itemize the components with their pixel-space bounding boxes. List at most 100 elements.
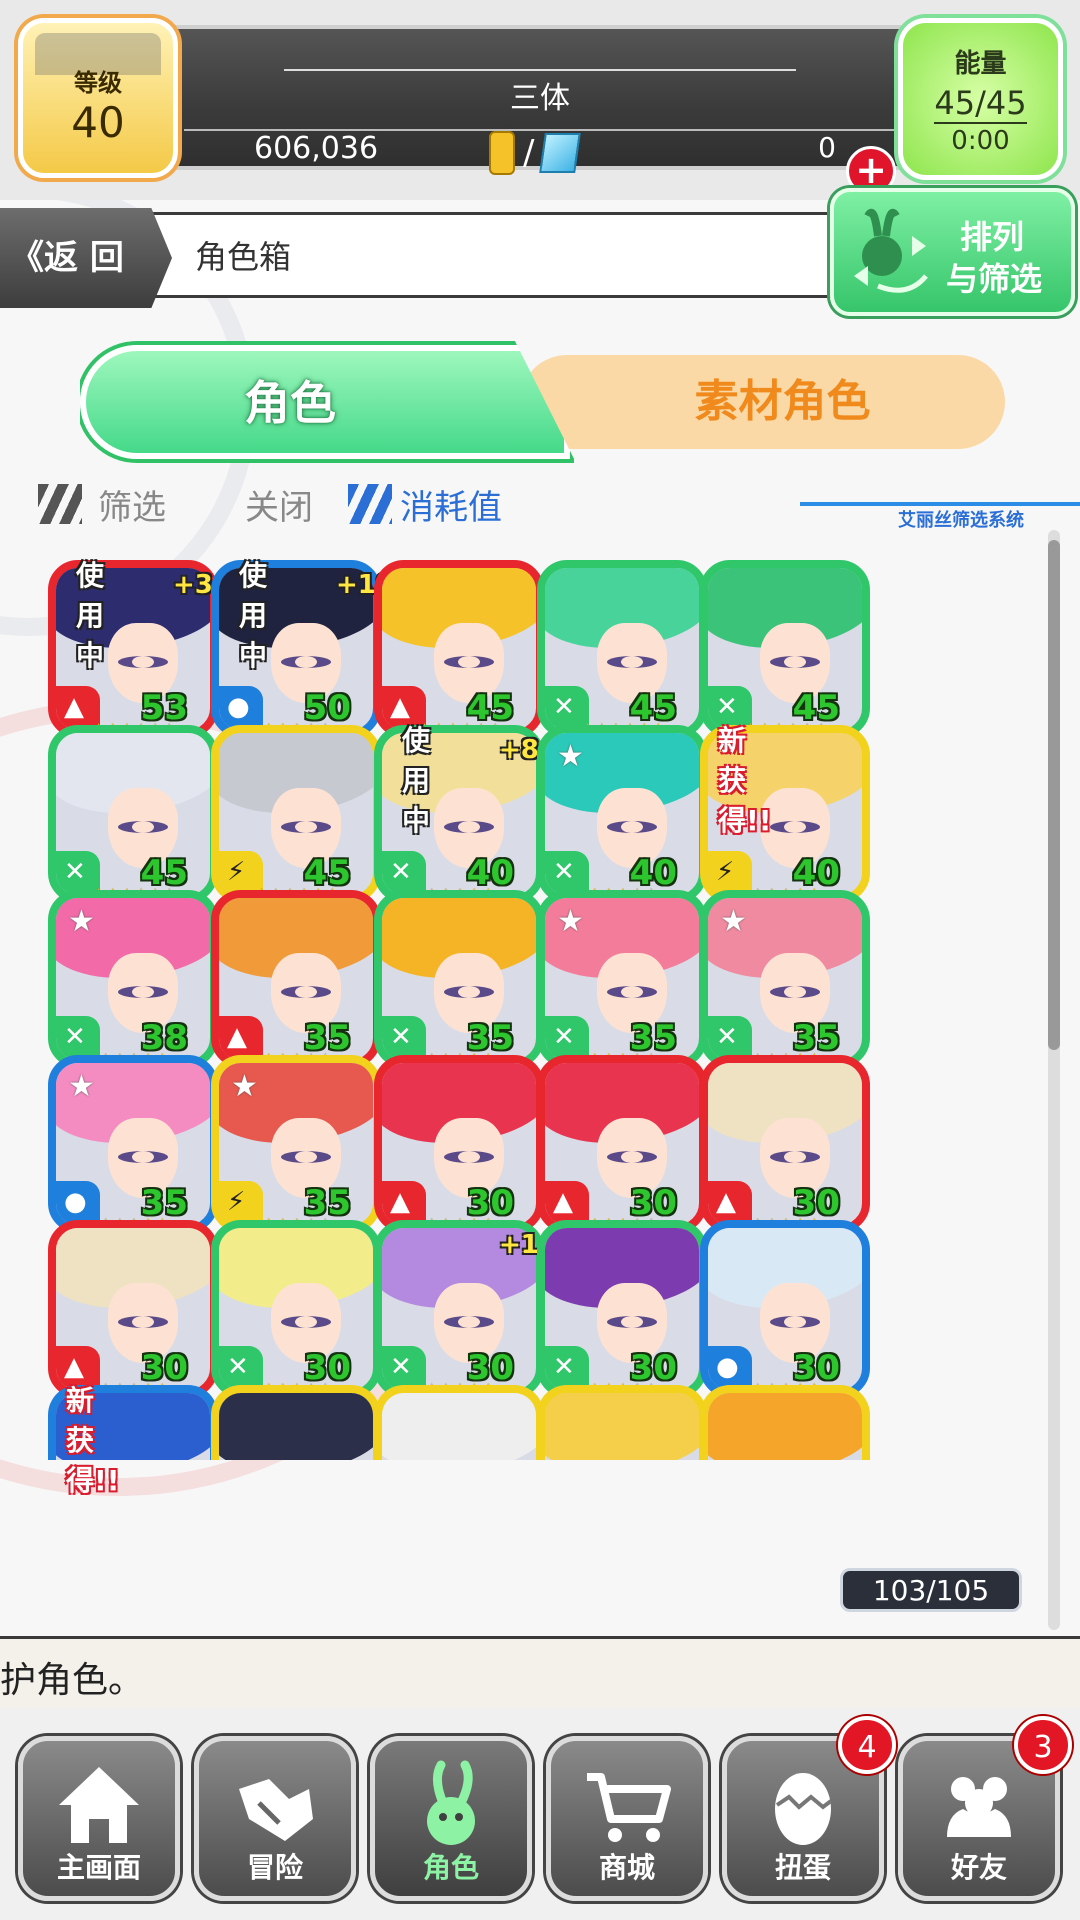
nav-button-cart[interactable]: 商城 xyxy=(546,1736,708,1901)
player-level-badge: 等级 40 xyxy=(18,18,178,178)
favorite-star-icon: ★ xyxy=(68,904,95,939)
sort-label-line2: 与筛选 xyxy=(946,260,1043,298)
character-card[interactable]: ★ ✕ 35 xyxy=(537,890,707,1068)
character-card[interactable]: ▲ 30 xyxy=(374,1055,544,1233)
character-card[interactable] xyxy=(537,1385,707,1460)
character-card[interactable]: ✕ 30 xyxy=(537,1220,707,1398)
character-card[interactable]: ▲ 30 xyxy=(48,1220,218,1398)
character-eyes xyxy=(444,656,494,668)
slash-decoration xyxy=(348,484,392,524)
bunny-arrows-icon xyxy=(854,208,928,293)
character-card[interactable]: ★ ✕ 35 xyxy=(700,890,870,1068)
character-eyes xyxy=(118,656,168,668)
back-button[interactable]: 《返 回 xyxy=(0,208,172,308)
sort-filter-button[interactable]: 排列 与筛选 xyxy=(830,188,1075,316)
hint-text: 护角色。 xyxy=(0,1660,145,1701)
status-badge: 使用中 xyxy=(76,559,105,672)
character-card[interactable]: ▲ 30 xyxy=(700,1055,870,1233)
level-label: 等级 xyxy=(74,69,122,97)
egg-icon xyxy=(757,1759,849,1851)
character-card[interactable]: ✕ 30 xyxy=(211,1220,381,1398)
character-eyes xyxy=(770,656,820,668)
nav-label: 主画面 xyxy=(56,1851,141,1884)
character-eyes xyxy=(281,656,331,668)
favorite-star-icon: ★ xyxy=(557,904,584,939)
nav-label: 好友 xyxy=(950,1851,1007,1884)
page-title: 角色箱 xyxy=(195,238,292,276)
currency-separator: / xyxy=(523,133,535,173)
nav-button-handshake[interactable]: 冒险 xyxy=(194,1736,356,1901)
character-eyes xyxy=(607,986,657,998)
favorite-star-icon: ★ xyxy=(68,1069,95,1104)
character-card[interactable]: ★ ⚡ 35 xyxy=(211,1055,381,1233)
character-card[interactable]: ▲ 35 xyxy=(211,890,381,1068)
cart-icon xyxy=(581,1759,673,1851)
character-eyes xyxy=(281,1151,331,1163)
plus-value: +3 xyxy=(173,570,213,600)
character-eyes xyxy=(281,1316,331,1328)
character-eyes xyxy=(118,821,168,833)
character-card[interactable] xyxy=(374,1385,544,1460)
character-eyes xyxy=(118,1316,168,1328)
filter-label[interactable]: 筛选 xyxy=(98,480,166,529)
character-eyes xyxy=(607,1151,657,1163)
nav-label: 冒险 xyxy=(246,1851,303,1884)
gem-icon xyxy=(539,133,582,173)
character-eyes xyxy=(607,821,657,833)
character-eyes xyxy=(118,1151,168,1163)
nav-label: 商城 xyxy=(598,1851,655,1884)
character-portrait xyxy=(219,1393,373,1460)
character-eyes xyxy=(281,986,331,998)
energy-badge[interactable]: 能量 45/45 0:00 xyxy=(898,18,1063,180)
box-count: 103/105 xyxy=(840,1568,1022,1612)
nav-button-bunny[interactable]: 角色 xyxy=(370,1736,532,1901)
scrollbar[interactable] xyxy=(1048,530,1060,1630)
character-card[interactable]: ★ ● 35 xyxy=(48,1055,218,1233)
character-eyes xyxy=(444,821,494,833)
gem-count: 0 xyxy=(818,131,836,164)
cost-sort-label[interactable]: 消耗值 xyxy=(400,480,502,529)
coin-icon xyxy=(489,131,515,175)
level-value: 40 xyxy=(71,98,125,147)
character-card[interactable]: ★ ✕ 40 xyxy=(537,725,707,903)
character-eyes xyxy=(444,1151,494,1163)
character-card[interactable] xyxy=(211,1385,381,1460)
energy-timer: 0:00 xyxy=(951,126,1010,156)
character-card[interactable]: ● 30 xyxy=(700,1220,870,1398)
top-status-bar: 三体 606,036 / 0 + 等级 40 能量 45/45 0:00 xyxy=(0,0,1080,200)
character-portrait xyxy=(545,1393,699,1460)
character-eyes xyxy=(607,656,657,668)
character-card[interactable]: ▲ 30 xyxy=(537,1055,707,1233)
status-badge: 使用中 xyxy=(239,559,268,672)
nav-button-home[interactable]: 主画面 xyxy=(18,1736,180,1901)
tab-characters[interactable]: 角色 xyxy=(80,345,570,459)
status-badge: 新获得!! xyxy=(66,1384,120,1497)
scrollbar-thumb[interactable] xyxy=(1048,540,1060,1050)
notification-badge: 4 xyxy=(838,1716,896,1774)
sort-label-line1: 排列 xyxy=(960,218,1025,256)
filter-system-label: 艾丽丝筛选系统 xyxy=(898,510,1024,531)
nav-label: 角色 xyxy=(422,1851,479,1884)
character-eyes xyxy=(770,986,820,998)
handshake-icon xyxy=(229,1759,321,1851)
status-badge: 使用中 xyxy=(402,724,431,837)
character-card[interactable]: ⚡ 45 xyxy=(211,725,381,903)
friends-icon xyxy=(933,1759,1025,1851)
character-card[interactable]: ✕ 45 xyxy=(537,560,707,738)
filter-state[interactable]: 关闭 xyxy=(245,480,313,529)
character-card[interactable]: ▲ 45 xyxy=(374,560,544,738)
character-card[interactable]: ✕ 45 xyxy=(48,725,218,903)
character-eyes xyxy=(444,986,494,998)
filter-system-bar: 艾丽丝筛选系统 xyxy=(800,502,1080,532)
character-card[interactable] xyxy=(700,1385,870,1460)
tab-material-characters[interactable]: 素材角色 xyxy=(520,355,1005,449)
character-card[interactable]: ✕ 45 xyxy=(700,560,870,738)
nav-label: 扭蛋 xyxy=(774,1851,831,1884)
character-card[interactable]: ★ ✕ 38 xyxy=(48,890,218,1068)
slash-decoration xyxy=(38,484,82,524)
plus-value: +1 xyxy=(499,1230,539,1260)
plus-value: +8 xyxy=(499,735,539,765)
character-card[interactable]: ✕ 35 xyxy=(374,890,544,1068)
energy-value: 45/45 xyxy=(934,84,1027,124)
back-label: 返 回 xyxy=(44,238,124,278)
